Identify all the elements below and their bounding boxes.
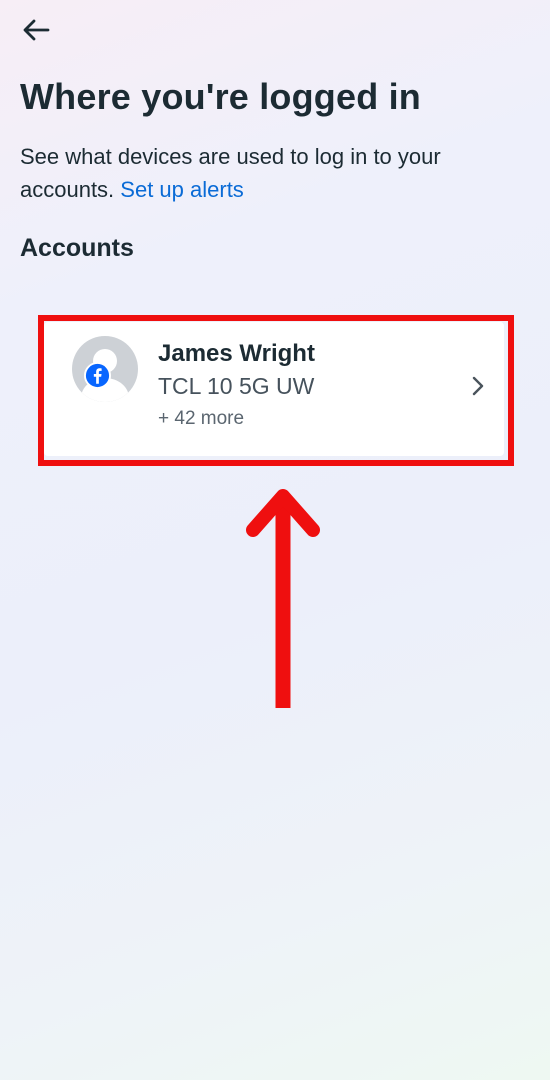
set-up-alerts-link[interactable]: Set up alerts xyxy=(120,177,244,202)
facebook-icon xyxy=(84,362,111,389)
page-description: See what devices are used to log in to y… xyxy=(20,140,535,206)
page-title: Where you're logged in xyxy=(20,76,421,117)
account-item[interactable]: James Wright TCL 10 5G UW + 42 more xyxy=(44,322,504,456)
accounts-heading: Accounts xyxy=(20,234,134,262)
arrow-left-icon xyxy=(23,19,50,41)
more-devices-count: + 42 more xyxy=(158,408,245,429)
back-button[interactable] xyxy=(14,12,58,48)
chevron-right-icon xyxy=(472,376,484,396)
device-name: TCL 10 5G UW xyxy=(158,373,315,399)
account-name: James Wright xyxy=(158,340,315,367)
arrow-up-icon xyxy=(246,489,320,708)
